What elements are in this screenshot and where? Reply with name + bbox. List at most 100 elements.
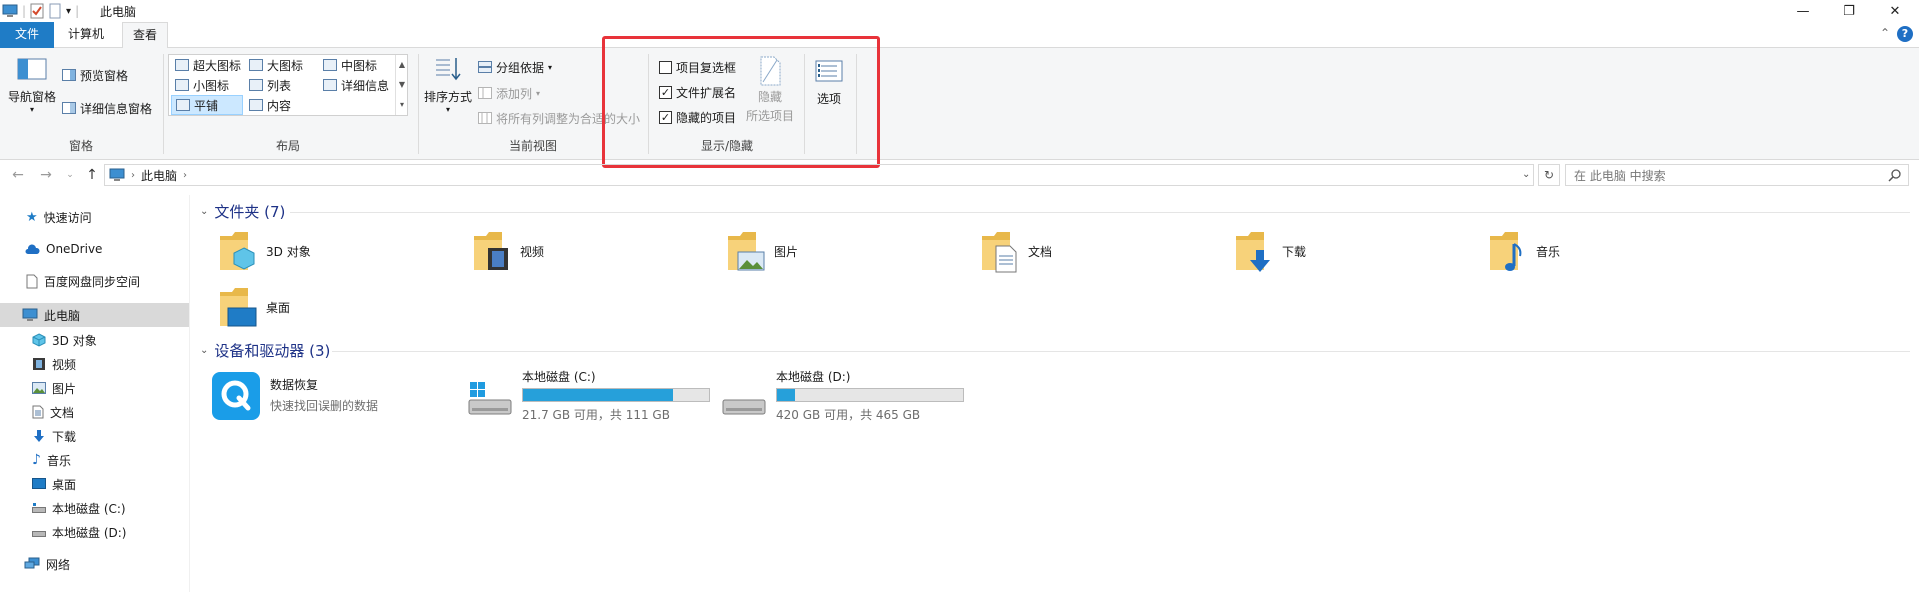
layout-content[interactable]: 内容 <box>245 95 317 115</box>
layout-extra-large-icons[interactable]: 超大图标 <box>171 55 243 75</box>
refresh-button[interactable]: ↻ <box>1538 164 1560 186</box>
tab-view[interactable]: 查看 <box>122 22 169 49</box>
recent-locations-button[interactable]: ⌄ <box>60 166 80 184</box>
computer-icon <box>22 308 38 322</box>
nav-item-this-pc[interactable]: 此电脑 <box>0 303 189 327</box>
address-bar[interactable]: › 此电脑 › <box>104 164 1534 186</box>
app-data-recovery[interactable]: 数据恢复 快速找回误删的数据 <box>212 372 378 420</box>
folder-pictures[interactable]: 图片 <box>726 228 798 274</box>
breadcrumb[interactable]: 此电脑 <box>141 167 177 184</box>
drive-c[interactable]: 本地磁盘 (C:) 21.7 GB 可用，共 111 GB <box>468 368 710 423</box>
layout-large-icons[interactable]: 大图标 <box>245 55 317 75</box>
chevron-down-icon: ▾ <box>548 62 553 72</box>
folder-documents-icon <box>980 228 1020 274</box>
search-input[interactable]: 在 此电脑 中搜索 <box>1565 164 1909 186</box>
drive-c-name: 本地磁盘 (C:) <box>522 370 596 384</box>
folder-desktop[interactable]: 桌面 <box>218 284 290 330</box>
help-button[interactable]: ? <box>1897 26 1913 42</box>
sort-by-label: 排序方式 <box>423 90 472 104</box>
nav-item-drive-c[interactable]: 本地磁盘 (C:) <box>32 496 126 520</box>
close-button[interactable]: ✕ <box>1872 0 1918 22</box>
folder-videos[interactable]: 视频 <box>472 228 544 274</box>
highlight-box <box>602 36 880 168</box>
drive-icon <box>32 503 46 513</box>
nav-item-baidu-sync[interactable]: 百度网盘同步空间 <box>26 269 140 293</box>
nav-item-videos[interactable]: 视频 <box>32 352 76 376</box>
folder-desktop-icon <box>218 284 258 330</box>
list-icon <box>249 79 263 91</box>
folder-music[interactable]: 音乐 <box>1488 228 1560 274</box>
nav-item-drive-d[interactable]: 本地磁盘 (D:) <box>32 520 126 544</box>
nav-item-desktop[interactable]: 桌面 <box>32 472 76 496</box>
layout-small-icons[interactable]: 小图标 <box>171 75 243 95</box>
document-icon <box>32 405 44 419</box>
navigation-pane-button[interactable]: 导航窗格 ▾ <box>6 58 58 114</box>
up-button[interactable]: ↑ <box>82 166 102 184</box>
extra-large-icons-icon <box>175 59 189 71</box>
drive-d-name: 本地磁盘 (D:) <box>776 370 851 384</box>
search-icon[interactable] <box>1888 168 1902 182</box>
layout-details[interactable]: 详细信息 <box>319 75 391 95</box>
navigation-pane: ★ 快速访问 OneDrive 百度网盘同步空间 此电脑 3D 对象 视频 图片… <box>0 195 190 592</box>
add-columns-icon <box>478 87 492 99</box>
new-folder-icon[interactable] <box>48 3 62 19</box>
breadcrumb-separator[interactable]: › <box>131 170 135 181</box>
title-bar: | ▾ | 此电脑 — ❐ ✕ <box>0 0 1919 22</box>
ribbon-tabs: 文件 计算机 查看 ⌃ ? <box>0 22 1919 49</box>
nav-item-quick-access[interactable]: ★ 快速访问 <box>26 205 92 229</box>
section-divider <box>290 212 1910 213</box>
back-button[interactable]: ← <box>8 166 28 184</box>
sort-by-button[interactable]: 排序方式 ▾ <box>422 56 474 114</box>
folder-3d-objects[interactable]: 3D 对象 <box>218 228 311 274</box>
drive-icon <box>32 527 46 537</box>
layout-gallery: 超大图标 大图标 中图标 小图标 列表 详细信息 平铺 内容 ▲ ▼ ▾ <box>168 54 408 116</box>
nav-item-onedrive[interactable]: OneDrive <box>24 237 102 261</box>
cube-icon <box>32 333 46 347</box>
drive-d-usage-bar <box>776 388 964 402</box>
layout-tiles[interactable]: 平铺 <box>171 95 243 115</box>
folders-section-header[interactable]: ⌄ 文件夹 (7) <box>200 201 285 222</box>
restore-button[interactable]: ❐ <box>1826 0 1872 22</box>
layout-scroll[interactable]: ▲ ▼ ▾ <box>395 55 408 115</box>
customize-toolbar-icon[interactable]: ▾ <box>66 6 71 17</box>
star-icon: ★ <box>26 209 38 225</box>
nav-item-network[interactable]: 网络 <box>24 552 70 576</box>
app-description: 快速找回误删的数据 <box>270 399 379 413</box>
add-columns-button[interactable]: 添加列 ▾ <box>478 84 540 102</box>
nav-item-3d-objects[interactable]: 3D 对象 <box>32 328 97 352</box>
chevron-down-icon: ▾ <box>445 105 450 114</box>
folder-downloads[interactable]: 下载 <box>1234 228 1306 274</box>
forward-button[interactable]: → <box>36 166 56 184</box>
address-history-button[interactable]: ⌄ <box>1522 169 1530 180</box>
chevron-down-icon: ⌄ <box>200 206 209 217</box>
collapse-ribbon-button[interactable]: ⌃ <box>1880 26 1890 40</box>
layout-list[interactable]: 列表 <box>245 75 317 95</box>
folder-3d-objects-icon <box>218 228 258 274</box>
properties-icon[interactable] <box>30 3 44 19</box>
nav-item-pictures[interactable]: 图片 <box>32 376 76 400</box>
drive-d[interactable]: 本地磁盘 (D:) 420 GB 可用，共 465 GB <box>722 368 964 423</box>
minimize-button[interactable]: — <box>1780 0 1826 22</box>
nav-item-documents[interactable]: 文档 <box>32 400 74 424</box>
network-icon <box>24 557 40 571</box>
drive-d-usage-fill <box>777 389 796 401</box>
preview-pane-button[interactable]: 预览窗格 <box>62 66 128 84</box>
nav-item-music[interactable]: ♪ 音乐 <box>32 448 71 472</box>
layout-medium-icons[interactable]: 中图标 <box>319 55 391 75</box>
desktop-icon <box>32 478 46 490</box>
group-by-button[interactable]: 分组依据 ▾ <box>478 58 552 76</box>
panes-group-label: 窗格 <box>68 139 93 153</box>
tab-computer[interactable]: 计算机 <box>58 22 114 48</box>
details-pane-button[interactable]: 详细信息窗格 <box>62 99 152 117</box>
nav-item-downloads[interactable]: 下载 <box>32 424 76 448</box>
breadcrumb-separator[interactable]: › <box>183 170 187 181</box>
devices-section-header[interactable]: ⌄ 设备和驱动器 (3) <box>200 340 330 361</box>
tab-file[interactable]: 文件 <box>0 22 54 48</box>
folder-documents[interactable]: 文档 <box>980 228 1052 274</box>
picture-icon <box>32 382 46 394</box>
cloud-icon <box>24 243 40 255</box>
group-divider <box>418 54 419 154</box>
folder-videos-icon <box>472 228 512 274</box>
drive-icon <box>722 380 766 416</box>
windows-drive-icon <box>468 380 512 416</box>
